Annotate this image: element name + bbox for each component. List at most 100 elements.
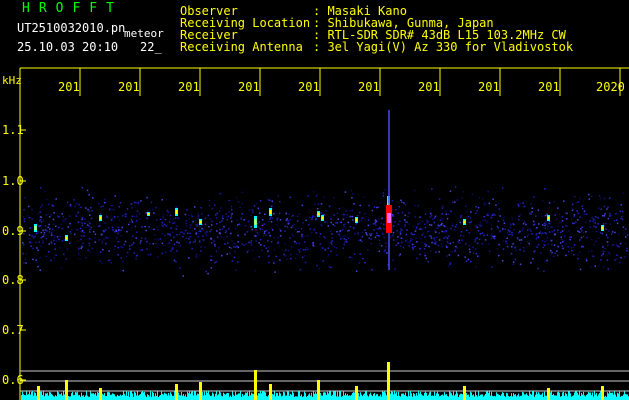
noise-pixel (553, 244, 556, 246)
noise-pixel (80, 234, 83, 237)
noise-pixel (279, 200, 281, 203)
noise-pixel (438, 239, 441, 241)
noise-pixel (162, 225, 164, 228)
noise-pixel (75, 203, 78, 205)
noise-pixel (492, 235, 495, 238)
noise-pixel (124, 240, 127, 243)
noise-pixel (277, 236, 279, 239)
noise-pixel (62, 239, 65, 241)
noise-pixel (452, 201, 454, 204)
noise-pixel (151, 228, 153, 231)
noise-pixel (602, 253, 604, 255)
noise-pixel (364, 261, 366, 264)
activity-bar (621, 395, 622, 400)
noise-pixel (302, 249, 305, 251)
noise-pixel (88, 244, 91, 247)
activity-bar (206, 391, 207, 400)
noise-pixel (442, 205, 444, 208)
activity-bar (335, 391, 336, 400)
noise-pixel (198, 230, 200, 232)
activity-bar (268, 395, 269, 400)
noise-pixel (354, 232, 356, 235)
noise-pixel (568, 250, 570, 253)
noise-pixel (204, 232, 206, 234)
noise-pixel (315, 195, 318, 197)
noise-pixel (102, 248, 104, 251)
noise-pixel (445, 226, 448, 228)
noise-pixel (447, 227, 449, 230)
activity-peak (254, 370, 257, 400)
noise-pixel (597, 237, 600, 240)
activity-bar (325, 392, 326, 400)
noise-pixel (336, 222, 339, 224)
noise-pixel (43, 233, 45, 236)
noise-pixel (298, 213, 301, 215)
noise-pixel (139, 249, 142, 251)
noise-pixel (616, 254, 618, 256)
meteor-echo (65, 236, 68, 240)
noise-pixel (130, 227, 133, 229)
noise-pixel (35, 222, 38, 225)
noise-pixel (445, 236, 447, 238)
noise-pixel (576, 201, 578, 204)
noise-pixel (37, 213, 40, 215)
noise-pixel (452, 223, 454, 225)
noise-pixel (313, 228, 316, 230)
activity-bar (171, 393, 172, 400)
x-tick-label: 2019 (538, 81, 560, 93)
activity-bar (281, 396, 282, 400)
noise-pixel (22, 216, 25, 218)
activity-bar (209, 394, 210, 400)
activity-bar (310, 395, 311, 400)
noise-pixel (278, 212, 281, 215)
noise-pixel (298, 251, 301, 253)
noise-pixel (81, 222, 83, 224)
noise-pixel (286, 222, 289, 225)
activity-bar (122, 394, 123, 400)
noise-pixel (425, 244, 428, 246)
noise-pixel (357, 233, 360, 236)
noise-pixel (234, 243, 236, 245)
noise-pixel (530, 203, 532, 205)
noise-pixel (577, 257, 579, 260)
noise-pixel (102, 205, 104, 208)
noise-pixel (89, 251, 91, 253)
noise-pixel (189, 226, 192, 229)
noise-pixel (276, 219, 279, 221)
noise-pixel (118, 206, 120, 208)
activity-bar (393, 394, 394, 400)
activity-bar (538, 392, 539, 400)
noise-pixel (202, 235, 204, 237)
noise-pixel (197, 212, 199, 215)
noise-pixel (275, 255, 278, 258)
noise-pixel (484, 239, 487, 241)
noise-pixel (503, 216, 505, 219)
noise-pixel (459, 221, 461, 224)
noise-pixel (401, 201, 403, 204)
noise-pixel (53, 223, 55, 226)
noise-pixel (363, 195, 366, 198)
noise-pixel (31, 208, 33, 211)
activity-bar (565, 392, 566, 400)
noise-pixel (397, 223, 400, 226)
noise-pixel (130, 219, 133, 221)
noise-pixel (220, 254, 223, 257)
noise-pixel (25, 253, 28, 255)
noise-pixel (472, 246, 474, 248)
noise-pixel (437, 224, 440, 227)
activity-bar (137, 391, 138, 400)
activity-bar (418, 391, 419, 400)
noise-pixel (68, 215, 71, 217)
noise-pixel (619, 242, 622, 245)
activity-bar (352, 392, 353, 400)
noise-pixel (296, 231, 299, 233)
noise-pixel (32, 235, 34, 238)
noise-pixel (53, 239, 55, 242)
noise-pixel (210, 259, 212, 261)
activity-bar (157, 391, 158, 400)
noise-pixel (392, 235, 394, 238)
noise-pixel (449, 263, 451, 266)
noise-pixel (227, 215, 229, 218)
activity-bar (298, 391, 299, 400)
noise-pixel (496, 248, 499, 250)
